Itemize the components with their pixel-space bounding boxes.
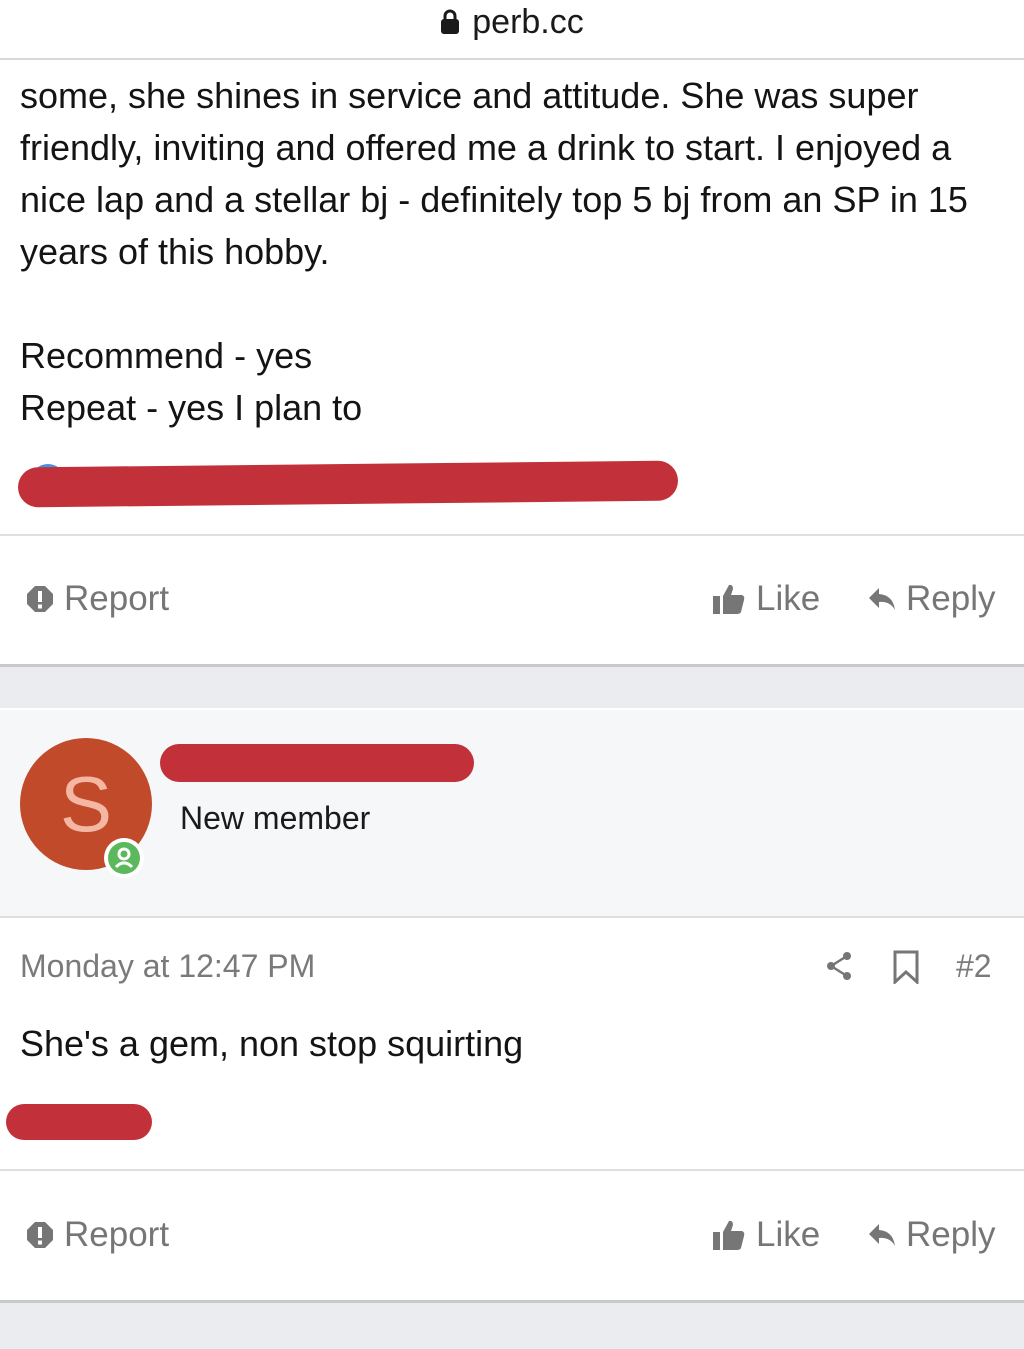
redaction-mark xyxy=(6,1104,152,1140)
url-display: perb.cc xyxy=(440,3,584,42)
like-icon xyxy=(713,1220,745,1250)
report-icon xyxy=(27,586,53,612)
reply-button[interactable]: Reply xyxy=(868,1203,995,1267)
report-label: Report xyxy=(64,579,170,618)
report-button[interactable]: Report xyxy=(26,1203,169,1267)
like-icon xyxy=(713,584,745,614)
post-1-footer-divider xyxy=(0,534,1024,536)
share-icon[interactable] xyxy=(824,950,854,982)
like-label: Like xyxy=(756,579,821,618)
reply-label: Reply xyxy=(906,1215,996,1254)
redaction-mark xyxy=(160,744,474,782)
post-1-repeat-line: Repeat - yes I plan to xyxy=(20,387,363,428)
post-1-action-bar: Report Like Reply xyxy=(0,567,1024,631)
post-2-action-bar: Report Like Reply xyxy=(0,1203,1024,1267)
avatar-letter: S xyxy=(59,759,113,848)
post-separator xyxy=(0,1303,1024,1349)
browser-url-bar[interactable]: perb.cc xyxy=(0,0,1024,60)
reply-icon xyxy=(869,588,895,610)
user-title: New member xyxy=(180,800,371,836)
user-badge-icon xyxy=(108,842,140,874)
url-text: perb.cc xyxy=(472,2,584,41)
post-1-body-paragraph: some, she shines in service and attitude… xyxy=(20,75,968,272)
report-button[interactable]: Report xyxy=(26,567,169,631)
bookmark-icon[interactable] xyxy=(892,950,920,984)
lock-icon xyxy=(441,9,460,34)
report-icon xyxy=(27,1222,53,1248)
post-2-meta-row: Monday at 12:47 PM #2 xyxy=(0,944,1024,992)
post-2-user-header: S New member xyxy=(0,710,1024,918)
online-status-badge xyxy=(104,838,144,878)
like-button[interactable]: Like xyxy=(712,567,820,631)
post-2-body: She's a gem, non stop squirting xyxy=(20,1023,524,1064)
report-label: Report xyxy=(64,1215,170,1254)
reply-button[interactable]: Reply xyxy=(868,567,995,631)
post-date[interactable]: Monday at 12:47 PM xyxy=(20,948,315,985)
redaction-mark xyxy=(17,460,679,508)
post-number-link[interactable]: #2 xyxy=(956,948,992,985)
post-2-footer-divider xyxy=(0,1169,1024,1171)
reply-icon xyxy=(869,1224,895,1246)
post-1-recommend-line: Recommend - yes xyxy=(20,335,313,376)
like-label: Like xyxy=(756,1215,821,1254)
post-separator xyxy=(0,667,1024,708)
reply-label: Reply xyxy=(906,579,996,618)
like-button[interactable]: Like xyxy=(712,1203,820,1267)
